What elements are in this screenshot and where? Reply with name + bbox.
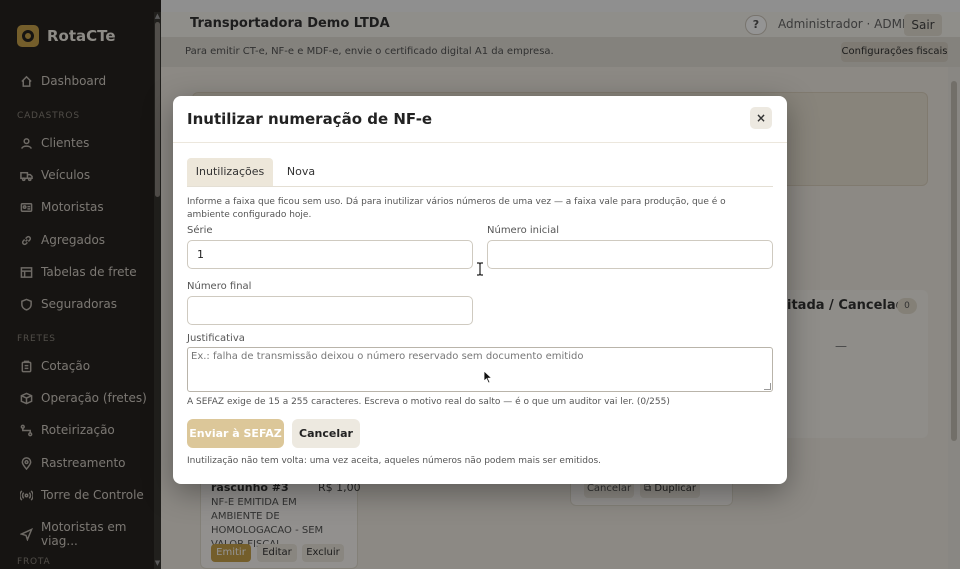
resize-handle-icon[interactable] bbox=[764, 383, 771, 390]
modal-title: Inutilizar numeração de NF-e bbox=[187, 110, 433, 128]
modal-tabs: Inutilizações Nova bbox=[187, 158, 773, 187]
tab-nova[interactable]: Nova bbox=[277, 158, 325, 186]
justificativa-label: Justificativa bbox=[187, 333, 245, 344]
modal-header: Inutilizar numeração de NF-e × bbox=[173, 96, 787, 143]
serie-label: Série bbox=[187, 225, 213, 236]
close-button[interactable]: × bbox=[750, 107, 772, 129]
justificativa-placeholder: Ex.: falha de transmissão deixou o númer… bbox=[191, 351, 584, 362]
tab-inutilizacoes[interactable]: Inutilizações bbox=[187, 158, 273, 186]
text-cursor-icon bbox=[477, 262, 483, 276]
justificativa-textarea[interactable]: Ex.: falha de transmissão deixou o númer… bbox=[187, 347, 773, 392]
cancel-button[interactable]: Cancelar bbox=[292, 419, 360, 448]
form-instructions: Informe a faixa que ficou sem uso. Dá pa… bbox=[187, 197, 726, 220]
numero-inicial-input[interactable] bbox=[487, 240, 773, 269]
numero-final-input[interactable] bbox=[187, 296, 473, 325]
numero-final-label: Número final bbox=[187, 281, 252, 292]
inutilizar-modal: Inutilizar numeração de NF-e × Inutiliza… bbox=[173, 96, 787, 484]
pointer-cursor-icon bbox=[483, 370, 493, 384]
serie-input[interactable]: 1 bbox=[187, 240, 473, 269]
justificativa-hint: A SEFAZ exige de 15 a 255 caracteres. Es… bbox=[187, 397, 670, 407]
submit-sefaz-button[interactable]: Enviar à SEFAZ bbox=[187, 419, 284, 448]
irreversible-warning: Inutilização não tem volta: uma vez acei… bbox=[187, 456, 602, 466]
numero-inicial-label: Número inicial bbox=[487, 225, 559, 236]
